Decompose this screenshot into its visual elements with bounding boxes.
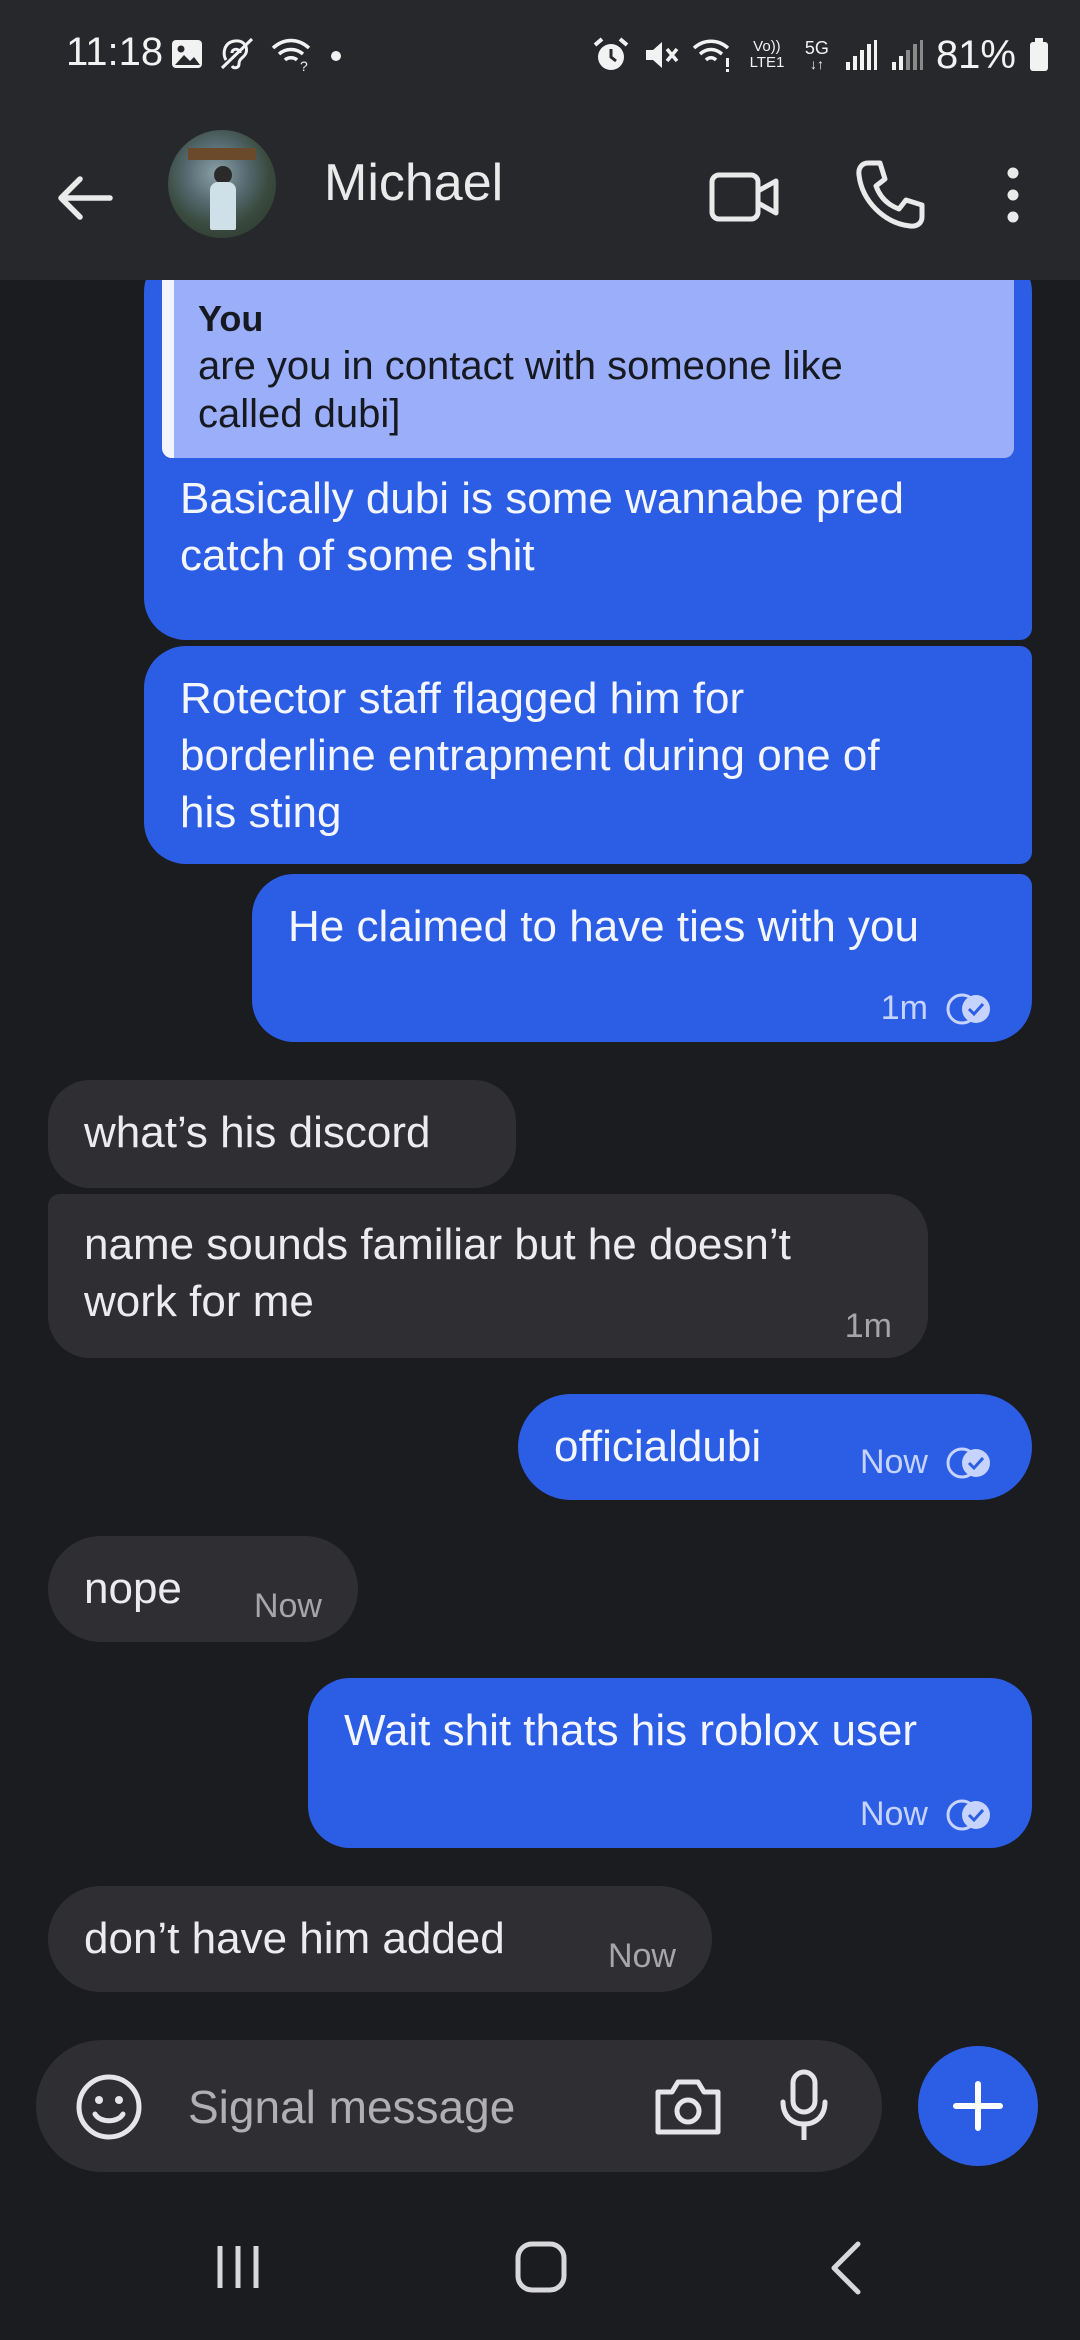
system-nav-bar [0,2190,1080,2340]
message-meta: Now [254,1578,322,1635]
nav-back-icon[interactable] [826,2240,866,2296]
message-time: Now [859,1443,928,1481]
network-indicator: 5G ↓↑ [804,38,829,72]
message-meta: Now [608,1928,676,1985]
avatar[interactable] [168,130,276,238]
message-text: Wait shit thats his roblox user [344,1706,918,1755]
status-bar: 11:18 ? Vo)) LTE1 5G ↓↑ 81% [0,0,1080,115]
mute-icon [645,42,679,68]
message-text: name sounds familiar but he doesn’t work… [84,1220,791,1326]
message-bubble-outgoing[interactable]: He claimed to have ties with you 1m [252,874,1032,1042]
emoji-icon[interactable] [74,2072,144,2142]
attach-button[interactable] [918,2046,1038,2166]
message-time: Now [859,1795,928,1833]
conversation-header: Michael [0,115,1080,280]
quote-text: are you in contact with someone like cal… [198,344,843,436]
recents-icon[interactable] [214,2242,262,2292]
hearing-icon [220,37,254,70]
message-text: what’s his discord [84,1108,431,1157]
message-bubble-incoming[interactable]: nope Now [48,1536,358,1642]
plus-icon [953,2081,1003,2131]
camera-icon[interactable] [652,2074,724,2138]
wifi-icon: ? [271,38,311,72]
message-bubble-outgoing[interactable]: You are you in contact with someone like… [144,280,1032,640]
message-bubble-incoming[interactable]: name sounds familiar but he doesn’t work… [48,1194,928,1358]
svg-text:?: ? [300,58,308,72]
delivered-icon [946,1799,990,1830]
lte-indicator: Vo)) LTE1 [749,38,785,71]
gallery-icon [172,40,202,68]
message-text: Basically dubi is some wannabe pred catc… [180,474,904,580]
message-text: Rotector staff flagged him for borderlin… [180,674,880,837]
message-meta: Now [860,1786,996,1843]
message-text: nope [84,1564,182,1613]
video-call-icon[interactable] [708,159,782,233]
message-list[interactable]: You are you in contact with someone like… [0,280,1080,2020]
message-bubble-outgoing[interactable]: Rotector staff flagged him for borderlin… [144,646,1032,864]
message-text: don’t have him added [84,1914,505,1963]
message-time: 1m [844,1307,892,1345]
alarm-icon [593,37,629,70]
battery-icon [1030,38,1048,71]
more-vert-icon[interactable] [998,157,1028,233]
contact-name[interactable]: Michael [324,153,503,213]
message-input[interactable] [186,2076,630,2138]
message-bubble-outgoing[interactable]: officialdubi Now [518,1394,1032,1500]
quote-author: You [198,298,264,339]
signal-icon [845,40,877,70]
message-meta: Now [860,1434,996,1491]
message-meta: 1m [881,980,996,1037]
quoted-message[interactable]: You are you in contact with someone like… [162,280,1014,458]
signal-icon [891,40,923,70]
back-arrow-icon[interactable] [50,163,120,233]
delivered-icon [946,993,990,1024]
dot-icon [331,51,341,61]
message-bubble-incoming[interactable]: don’t have him added Now [48,1886,712,1992]
delivered-icon [946,1447,990,1478]
message-time: Now [253,1587,322,1625]
message-bubble-incoming[interactable]: what’s his discord [48,1080,516,1188]
message-meta: 1m [845,1298,892,1355]
message-time: 1m [880,989,928,1027]
home-icon[interactable] [514,2240,568,2294]
message-bubble-outgoing[interactable]: Wait shit thats his roblox user Now [308,1678,1032,1848]
microphone-icon[interactable] [776,2068,832,2144]
message-text: officialdubi [554,1422,762,1471]
phone-icon[interactable] [852,157,928,233]
message-time: Now [607,1937,676,1975]
status-time: 11:18 [66,30,164,74]
compose-bar [36,2040,882,2172]
wifi-calling-icon [692,39,730,72]
message-text: He claimed to have ties with you [288,902,919,951]
battery-percent: 81% [935,32,1016,77]
